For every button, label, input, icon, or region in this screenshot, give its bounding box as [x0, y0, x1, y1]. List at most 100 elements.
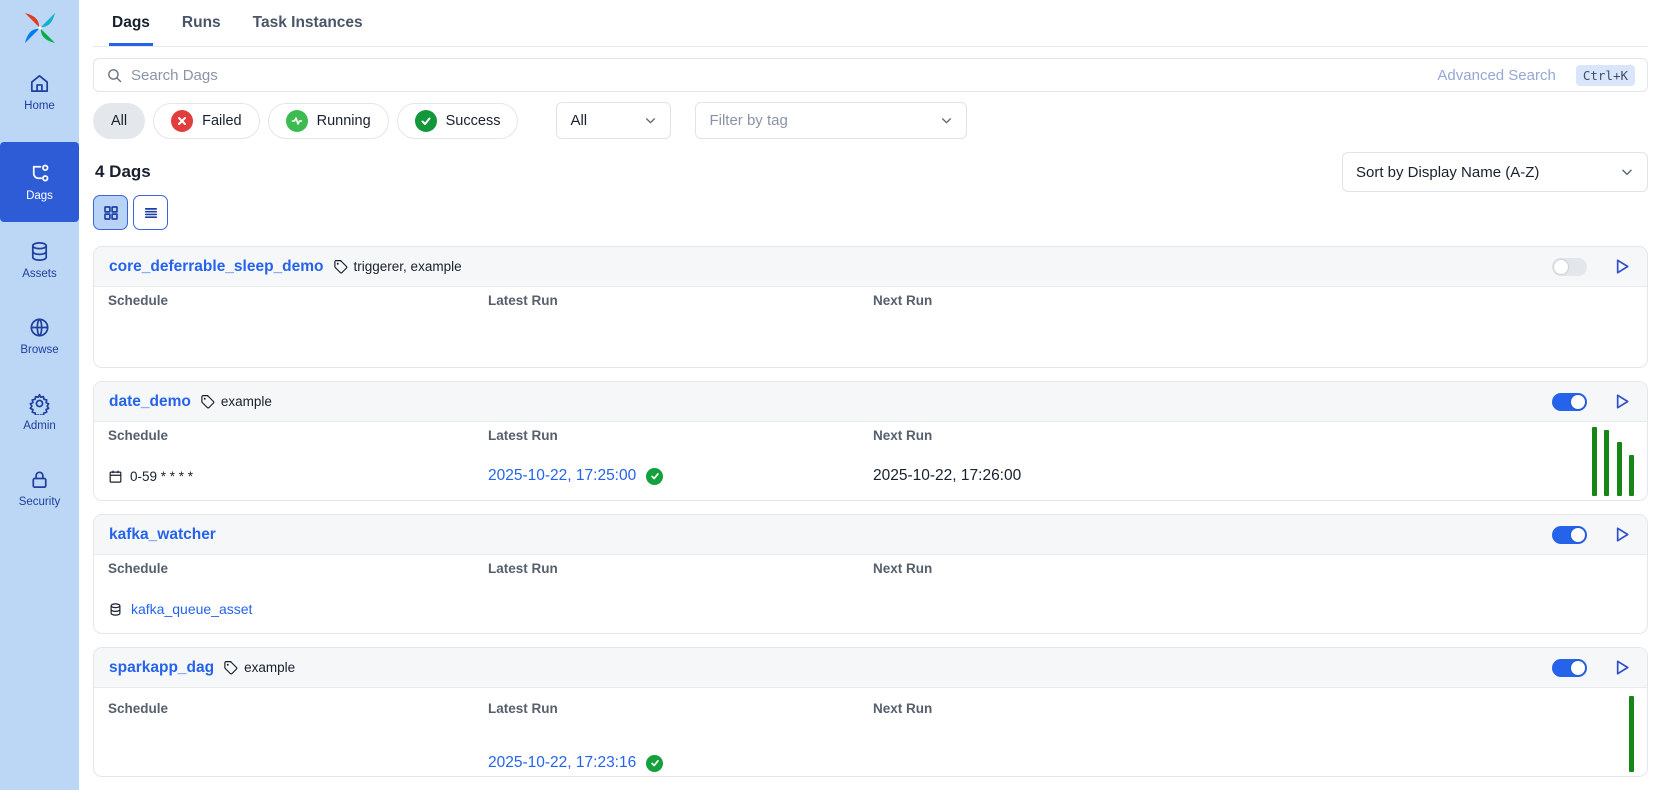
dag-card-date-demo: date_demo example [93, 381, 1648, 501]
dag-tags-text: triggerer, example [354, 259, 462, 274]
tag-icon [223, 660, 238, 675]
latest-run-link[interactable]: 2025-10-22, 17:23:16 [488, 754, 636, 772]
assets-icon [28, 240, 51, 263]
dag-title-link[interactable]: sparkapp_dag [109, 659, 214, 677]
sidebar-item-label: Browse [20, 344, 58, 356]
sort-value: Sort by Display Name (A-Z) [1356, 164, 1539, 181]
latest-run-label: Latest Run [488, 701, 873, 717]
dag-tags: example [200, 394, 272, 409]
tag-filter-select[interactable]: Filter by tag [695, 102, 967, 139]
tag-icon [333, 259, 348, 274]
grid-view-icon [102, 204, 120, 222]
next-run-label: Next Run [873, 293, 1633, 309]
next-run-label: Next Run [873, 561, 1633, 577]
run-bar[interactable] [1617, 442, 1622, 496]
dag-card-core-deferrable-sleep-demo: core_deferrable_sleep_demo triggerer, ex… [93, 246, 1648, 368]
dag-card-body: Schedule kafka_queue_asset Latest Run Ne… [94, 555, 1647, 622]
dag-pause-toggle[interactable] [1552, 258, 1587, 276]
success-state-icon [646, 468, 663, 485]
running-icon [286, 110, 308, 132]
top-tabbar: Dags Runs Task Instances [93, 0, 1648, 47]
tab-task-instances[interactable]: Task Instances [250, 14, 366, 46]
chevron-down-icon [1620, 165, 1634, 179]
sidebar-item-browse[interactable]: Browse [0, 310, 79, 362]
dag-tags-text: example [244, 660, 295, 675]
dag-card-list: core_deferrable_sleep_demo triggerer, ex… [93, 246, 1648, 790]
run-bar[interactable] [1604, 430, 1609, 496]
sidebar: Home Dags Assets Browse [0, 0, 79, 790]
dag-pause-toggle[interactable] [1552, 526, 1587, 544]
latest-run-link[interactable]: 2025-10-22, 17:25:00 [488, 467, 636, 485]
sidebar-item-security[interactable]: Security [0, 462, 79, 514]
search-input[interactable] [131, 67, 1429, 84]
airflow-pinwheel-icon [20, 8, 60, 48]
dags-icon [28, 162, 51, 185]
dag-title-link[interactable]: core_deferrable_sleep_demo [109, 258, 324, 276]
dag-card-sparkapp-dag: sparkapp_dag example [93, 647, 1648, 777]
toggle-knob [1571, 661, 1585, 675]
sidebar-item-dags[interactable]: Dags [0, 142, 79, 222]
paused-filter-value: All [570, 112, 587, 129]
trigger-dag-button[interactable] [1611, 391, 1632, 412]
card-view-button[interactable] [93, 195, 128, 230]
dag-pause-toggle[interactable] [1552, 393, 1587, 411]
sidebar-item-label: Home [24, 100, 55, 112]
play-icon [1611, 657, 1632, 678]
trigger-dag-button[interactable] [1611, 657, 1632, 678]
run-bar[interactable] [1629, 696, 1634, 772]
tab-runs[interactable]: Runs [179, 14, 224, 46]
schedule-label: Schedule [108, 428, 488, 444]
dag-title-link[interactable]: kafka_watcher [109, 526, 216, 544]
sidebar-item-admin[interactable]: Admin [0, 386, 79, 438]
sidebar-item-label: Assets [22, 268, 57, 280]
toggle-knob [1554, 260, 1568, 274]
success-state-icon [646, 755, 663, 772]
main-content: Dags Runs Task Instances Advanced Search… [79, 0, 1655, 790]
schedule-label: Schedule [108, 701, 488, 717]
run-bar[interactable] [1592, 427, 1597, 496]
dag-card-kafka-watcher: kafka_watcher Schedule [93, 514, 1648, 634]
schedule-label: Schedule [108, 293, 488, 309]
table-view-button[interactable] [133, 195, 168, 230]
dag-pause-toggle[interactable] [1552, 659, 1587, 677]
dag-title-link[interactable]: date_demo [109, 393, 191, 411]
airflow-app: Home Dags Assets Browse [0, 0, 1655, 790]
sidebar-item-label: Admin [23, 420, 56, 432]
sort-select[interactable]: Sort by Display Name (A-Z) [1342, 152, 1648, 192]
play-icon [1611, 524, 1632, 545]
play-icon [1611, 256, 1632, 277]
sidebar-item-home[interactable]: Home [0, 66, 79, 118]
run-history-bars [1629, 696, 1634, 772]
list-view-icon [142, 204, 160, 222]
next-run-label: Next Run [873, 701, 1633, 717]
sidebar-item-assets[interactable]: Assets [0, 234, 79, 286]
latest-run-label: Latest Run [488, 561, 873, 577]
advanced-search-link[interactable]: Advanced Search [1437, 67, 1555, 84]
paused-filter-select[interactable]: All [556, 102, 671, 139]
tab-dags[interactable]: Dags [109, 14, 153, 46]
calendar-icon [108, 469, 123, 484]
tag-icon [200, 394, 215, 409]
trigger-dag-button[interactable] [1611, 256, 1632, 277]
asset-link[interactable]: kafka_queue_asset [131, 601, 252, 617]
asset-database-icon [108, 602, 123, 617]
dag-card-header: sparkapp_dag example [94, 648, 1647, 688]
trigger-dag-button[interactable] [1611, 524, 1632, 545]
state-filter-label: Running [317, 113, 371, 129]
run-history-bars [1592, 427, 1635, 496]
run-bar[interactable] [1629, 455, 1634, 496]
dag-card-body: Schedule Latest Run Next Run [94, 287, 1647, 351]
airflow-logo[interactable] [0, 0, 79, 56]
search-icon [106, 67, 123, 84]
state-filter-all[interactable]: All [93, 103, 145, 139]
sidebar-nav: Home Dags Assets Browse [0, 56, 79, 538]
state-filter-running[interactable]: Running [268, 103, 389, 139]
tag-filter-placeholder: Filter by tag [709, 112, 787, 129]
latest-run-label: Latest Run [488, 293, 873, 309]
dag-card-body: Schedule Latest Run 2025-10-22, 17:23:16… [94, 688, 1647, 773]
schedule-value: 0-59 * * * * [108, 466, 193, 486]
filter-row: All Failed Running Success All [93, 102, 1648, 139]
state-filter-success[interactable]: Success [397, 103, 519, 139]
state-filter-failed[interactable]: Failed [153, 103, 260, 139]
toggle-knob [1571, 395, 1585, 409]
